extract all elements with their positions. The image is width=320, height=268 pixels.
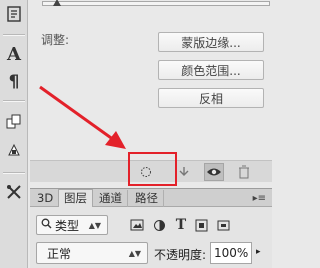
tab-channels[interactable]: 通道: [94, 190, 128, 207]
blend-mode-select[interactable]: 正常 ▲▼: [36, 242, 148, 264]
search-icon: [41, 218, 52, 232]
panel-tabs: 3D 图层 通道 路径 ▸≡: [30, 189, 272, 207]
filter-kind-value: 类型: [55, 218, 80, 233]
chevron-down-icon: ▲▼: [88, 221, 101, 230]
blend-mode-value: 正常: [47, 246, 72, 261]
adjustment-filter-icon[interactable]: [150, 216, 168, 234]
layers-panel: 3D 图层 通道 路径 ▸≡ 类型 ▲▼ T 正常 ▲▼ 不透明度: 100% …: [30, 188, 272, 268]
smart-object-filter-icon[interactable]: [214, 216, 232, 234]
tab-3d[interactable]: 3D: [32, 190, 60, 207]
opacity-dropdown-icon[interactable]: ▸: [256, 247, 261, 257]
opacity-label: 不透明度:: [154, 248, 207, 262]
layer-filter-select[interactable]: 类型 ▲▼: [36, 215, 108, 235]
chevron-down-icon: ▲▼: [128, 249, 141, 258]
opacity-input[interactable]: 100%: [210, 242, 252, 264]
tab-layers[interactable]: 图层: [58, 189, 93, 207]
shape-filter-icon[interactable]: [192, 216, 210, 234]
type-filter-icon[interactable]: T: [172, 216, 190, 234]
tab-paths[interactable]: 路径: [130, 190, 164, 207]
panel-menu-icon[interactable]: ▸≡: [253, 193, 266, 204]
pixel-filter-icon[interactable]: [128, 216, 146, 234]
